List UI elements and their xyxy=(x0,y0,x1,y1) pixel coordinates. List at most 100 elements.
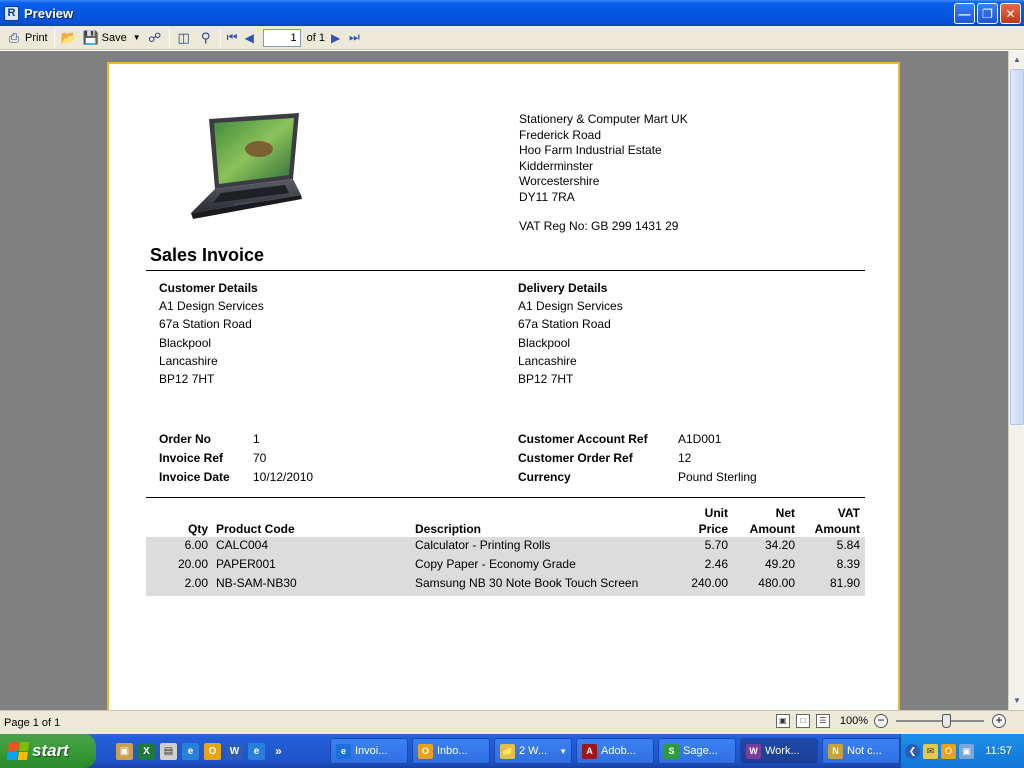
mail-icon[interactable]: ✉ xyxy=(923,743,938,759)
restore-icon: ❐ xyxy=(982,6,993,21)
zoom-slider[interactable] xyxy=(896,714,984,728)
product-code-header: Product Code xyxy=(216,522,295,536)
quick-launch-more-icon[interactable]: » xyxy=(270,743,287,760)
preview-area[interactable]: Stationery & Computer Mart UK Frederick … xyxy=(0,51,1008,710)
page-number-input[interactable]: 1 xyxy=(262,28,301,47)
taskbar-task-outlook[interactable]: O Inbo... xyxy=(412,738,490,764)
invoice-ref-label: Invoice Ref xyxy=(159,451,224,465)
order-no-value: 1 xyxy=(253,432,260,446)
scroll-down-icon[interactable]: ▼ xyxy=(1010,693,1024,709)
close-button[interactable]: ✕ xyxy=(1000,3,1021,24)
scrollbar-thumb[interactable] xyxy=(1010,69,1024,425)
internet-explorer-icon[interactable]: e xyxy=(182,742,199,760)
qty-cell: 20.00 xyxy=(177,557,208,571)
taskbar-task-workspace[interactable]: W Work... xyxy=(740,738,818,764)
outlook-icon[interactable]: O xyxy=(204,742,221,760)
table-header: Qty Product Code Description Unit Price … xyxy=(146,504,865,537)
zoom-in-icon[interactable]: + xyxy=(992,714,1006,728)
quick-launch: ▣ X ▤ e O W e » xyxy=(116,742,287,760)
desktop-icon[interactable]: ▣ xyxy=(116,742,133,760)
open-button[interactable]: 📂 xyxy=(58,28,80,48)
unit-price-cell: 2.46 xyxy=(704,557,728,571)
taskbar-task-internet-explorer[interactable]: e Invoi... xyxy=(330,738,408,764)
unit-price-header: Unit Price xyxy=(676,505,728,537)
unit-price-header-line: Price xyxy=(698,522,728,536)
network-icon[interactable]: ▣ xyxy=(959,743,974,759)
description-cell: Copy Paper - Economy Grade xyxy=(415,557,576,571)
customer-line: Blackpool xyxy=(159,335,212,350)
vertical-scrollbar[interactable]: ▲ ▼ xyxy=(1008,51,1024,710)
restore-button[interactable]: ❐ xyxy=(977,3,998,24)
customer-line: 67a Station Road xyxy=(159,317,252,332)
scroll-up-icon[interactable]: ▲ xyxy=(1010,52,1024,68)
page-width-icon[interactable]: ☰ xyxy=(815,714,830,728)
toolbar-separator xyxy=(168,28,170,47)
single-page-icon[interactable]: □ xyxy=(795,714,810,728)
previous-page-icon: ◀ xyxy=(244,30,254,45)
product-code-cell: PAPER001 xyxy=(216,557,276,571)
delivery-details: Delivery Details A1 Design Services 67a … xyxy=(518,279,623,388)
first-page-button[interactable]: ⏮ xyxy=(224,28,242,48)
net-amount-header-line: Net xyxy=(775,506,795,520)
sage-icon: S xyxy=(664,743,679,759)
start-button[interactable]: start xyxy=(0,734,96,768)
browser-icon[interactable]: e xyxy=(248,742,265,760)
adobe-icon: A xyxy=(582,743,597,759)
previous-page-button[interactable]: ◀ xyxy=(242,28,260,48)
delivery-details-heading: Delivery Details xyxy=(518,281,608,295)
zoom-out-icon[interactable]: − xyxy=(874,714,888,728)
workspace-icon: W xyxy=(746,743,761,759)
page-status: Page 1 of 1 xyxy=(4,716,61,729)
clock[interactable]: 11:57 xyxy=(985,745,1012,757)
net-amount-cell: 49.20 xyxy=(764,557,795,571)
group-tree-button[interactable]: ◫ xyxy=(173,28,195,48)
find-button[interactable]: ☍ xyxy=(144,28,166,48)
report-app-icon[interactable]: R xyxy=(4,5,19,21)
zoom-button[interactable]: ⚲ xyxy=(195,28,217,48)
task-label: Invoi... xyxy=(355,745,388,757)
page-number-field[interactable]: 1 xyxy=(260,28,304,48)
address-line: Hoo Farm Industrial Estate xyxy=(519,143,662,157)
vat-reg-number: VAT Reg No: GB 299 1431 29 xyxy=(519,219,679,233)
print-button[interactable]: ⎙ Print xyxy=(3,28,51,48)
line-items-table: Qty Product Code Description Unit Price … xyxy=(146,504,865,596)
task-label: Not c... xyxy=(847,745,882,757)
vat-amount-cell: 81.90 xyxy=(829,576,860,590)
excel-icon[interactable]: X xyxy=(138,742,155,760)
invoice-title: Sales Invoice xyxy=(150,245,265,265)
notepad-icon: N xyxy=(828,743,843,759)
outlook-tray-icon[interactable]: O xyxy=(941,743,956,759)
address-line: Kidderminster xyxy=(519,158,594,173)
minimize-icon: — xyxy=(958,6,971,21)
page-count: of 1 xyxy=(306,31,325,44)
qty-cell: 6.00 xyxy=(184,538,208,552)
title-bar[interactable]: R Preview — ❐ ✕ xyxy=(0,0,1024,26)
internet-explorer-icon: e xyxy=(336,743,351,759)
delivery-line: 67a Station Road xyxy=(518,317,611,332)
last-page-button[interactable]: ⏭ xyxy=(346,28,364,48)
task-label: 2 W... xyxy=(519,745,548,757)
task-label: Inbo... xyxy=(437,745,468,757)
document-icon[interactable]: ▤ xyxy=(160,742,177,760)
tray-expand-icon[interactable]: ❮ xyxy=(905,743,920,759)
taskbar-task-adobe[interactable]: A Adob... xyxy=(576,738,654,764)
taskbar-task-notepad[interactable]: N Not c... xyxy=(822,738,900,764)
fit-page-icon[interactable]: ▣ xyxy=(775,714,790,728)
zoom-slider-thumb[interactable] xyxy=(942,714,951,728)
description-header: Description xyxy=(415,522,482,536)
save-dropdown[interactable]: ▼ xyxy=(130,28,144,48)
taskbar-buttons: e Invoi... O Inbo... 📁 2 W... ▼ A Adob... S Sa… xyxy=(330,738,900,764)
status-bar: Page 1 of 1 ▣ □ ☰ 100% − + xyxy=(0,710,1024,734)
minimize-button[interactable]: — xyxy=(954,3,975,24)
customer-details-heading: Customer Details xyxy=(159,281,258,295)
next-page-button[interactable]: ▶ xyxy=(328,28,346,48)
save-button[interactable]: 💾 Save xyxy=(80,28,130,48)
address-line: Worcestershire xyxy=(519,174,600,188)
invoice-ref-value: 70 xyxy=(253,451,267,465)
taskbar-task-sage[interactable]: S Sage... xyxy=(658,738,736,764)
word-icon[interactable]: W xyxy=(226,742,243,760)
close-icon: ✕ xyxy=(1005,6,1016,21)
taskbar-task-explorer[interactable]: 📁 2 W... ▼ xyxy=(494,738,572,764)
floppy-disk-icon: 💾 xyxy=(82,29,99,45)
order-ref-label: Customer Order Ref xyxy=(518,451,633,465)
